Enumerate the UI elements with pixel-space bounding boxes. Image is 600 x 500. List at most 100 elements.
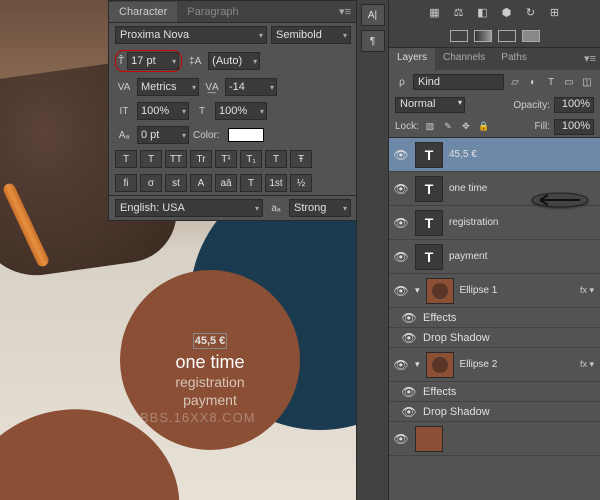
layer-effects-row[interactable]: 👁Effects: [389, 382, 600, 402]
tab-channels[interactable]: Channels: [435, 48, 493, 70]
leading-field[interactable]: (Auto): [208, 52, 260, 70]
visibility-icon[interactable]: 👁: [393, 148, 409, 162]
lock-all-icon[interactable]: 🔒: [477, 121, 491, 132]
allcaps-button[interactable]: TT: [165, 150, 187, 168]
opentype-buttons: fi σ st A aā T 1st ½: [109, 171, 357, 195]
font-weight-dropdown[interactable]: Semibold: [271, 26, 351, 44]
faux-bold-button[interactable]: T: [115, 150, 137, 168]
visibility-icon[interactable]: 👁: [401, 311, 417, 325]
disclosure-icon[interactable]: ▾: [415, 285, 420, 296]
layer-name[interactable]: payment: [449, 251, 596, 262]
kerning-field[interactable]: Metrics: [137, 78, 199, 96]
layer-list[interactable]: 👁 T 45,5 € 👁 T one time 👁 T registration…: [389, 138, 600, 456]
tab-paths[interactable]: Paths: [493, 48, 535, 70]
swash-button[interactable]: A: [190, 174, 212, 192]
layer-name[interactable]: Ellipse 1: [460, 285, 574, 296]
layers-menu-icon[interactable]: ▾≡: [580, 48, 600, 70]
paragraph-panel-icon[interactable]: ¶: [361, 30, 385, 52]
layer-row[interactable]: 👁: [389, 422, 600, 456]
filter-kind-dropdown[interactable]: Kind: [413, 74, 504, 90]
layers-panel[interactable]: ▦ ⚖ ◧ ⬢ ↻ ⊞ Layers Channels Paths ▾≡ ρ K…: [388, 0, 600, 500]
layer-row[interactable]: 👁 T payment: [389, 240, 600, 274]
visibility-icon[interactable]: 👁: [401, 385, 417, 399]
fill-field[interactable]: 100%: [554, 119, 594, 135]
visibility-icon[interactable]: 👁: [393, 216, 409, 230]
titling-button[interactable]: T: [240, 174, 262, 192]
lock-trans-icon[interactable]: ▨: [423, 121, 437, 132]
stylistic-button[interactable]: aā: [215, 174, 237, 192]
visibility-icon[interactable]: 👁: [393, 182, 409, 196]
visibility-icon[interactable]: 👁: [401, 405, 417, 419]
gradient-shape-icon[interactable]: [474, 30, 492, 42]
smallcaps-button[interactable]: Tr: [190, 150, 212, 168]
collapsed-panel-strip[interactable]: A| ¶: [356, 0, 388, 500]
type-panel-icon[interactable]: A|: [361, 4, 385, 26]
layer-row[interactable]: 👁 ▾ Ellipse 1 fx ▾: [389, 274, 600, 308]
layer-effect-item[interactable]: 👁Drop Shadow: [389, 402, 600, 422]
filter-shape-icon[interactable]: ▭: [562, 77, 576, 88]
subscript-button[interactable]: T₁: [240, 150, 262, 168]
underline-button[interactable]: T: [265, 150, 287, 168]
layer-name[interactable]: Ellipse 2: [460, 359, 574, 370]
layer-name[interactable]: 45,5 €: [449, 149, 596, 160]
strike-button[interactable]: Ŧ: [290, 150, 312, 168]
refresh-icon[interactable]: ↻: [523, 5, 539, 19]
visibility-icon[interactable]: 👁: [393, 284, 409, 298]
arrange-icon[interactable]: ▦: [427, 5, 443, 19]
opacity-field[interactable]: 100%: [554, 97, 594, 113]
visibility-icon[interactable]: 👁: [393, 358, 409, 372]
watermark: BBS.16XX8.COM: [140, 410, 256, 425]
fill-shape-icon[interactable]: [522, 30, 540, 42]
filter-type-icon[interactable]: T: [544, 77, 558, 88]
lock-pos-icon[interactable]: ✥: [459, 121, 473, 132]
layer-row[interactable]: 👁 T 45,5 €: [389, 138, 600, 172]
scales-icon[interactable]: ⚖: [451, 5, 467, 19]
antialias-dropdown[interactable]: Strong: [289, 199, 351, 217]
ordinals-button[interactable]: 1st: [265, 174, 287, 192]
font-family-dropdown[interactable]: Proxima Nova: [115, 26, 267, 44]
disclosure-icon[interactable]: ▾: [415, 359, 420, 370]
fx-badge[interactable]: fx ▾: [580, 285, 594, 296]
faux-italic-button[interactable]: T: [140, 150, 162, 168]
blend-mode-dropdown[interactable]: Normal: [395, 97, 465, 113]
baseline-field[interactable]: 0 pt: [137, 126, 189, 144]
ligatures-button[interactable]: fi: [115, 174, 137, 192]
color-label: Color:: [193, 130, 220, 141]
cube-icon[interactable]: ⬢: [499, 5, 515, 19]
layer-name[interactable]: registration: [449, 217, 596, 228]
character-panel[interactable]: Character Paragraph ▾≡ Proxima Nova Semi…: [108, 0, 358, 221]
contextual-button[interactable]: σ: [140, 174, 162, 192]
tab-character[interactable]: Character: [109, 2, 177, 22]
tab-paragraph[interactable]: Paragraph: [177, 2, 248, 22]
vscale-field[interactable]: 100%: [137, 102, 189, 120]
tracking-field[interactable]: -14: [225, 78, 277, 96]
filter-smart-icon[interactable]: ◫: [580, 77, 594, 88]
font-size-highlight: T̂ 17 pt: [115, 50, 182, 72]
hscale-field[interactable]: 100%: [215, 102, 267, 120]
language-dropdown[interactable]: English: USA: [115, 199, 263, 217]
font-size-field[interactable]: 17 pt: [127, 52, 179, 70]
fractions-button[interactable]: ½: [290, 174, 312, 192]
visibility-icon[interactable]: 👁: [401, 331, 417, 345]
layer-row[interactable]: 👁 ▾ Ellipse 2 fx ▾: [389, 348, 600, 382]
visibility-icon[interactable]: 👁: [393, 432, 409, 446]
swatches-icon[interactable]: ◧: [475, 5, 491, 19]
layer-effect-item[interactable]: 👁Drop Shadow: [389, 328, 600, 348]
filter-adjust-icon[interactable]: ◐: [526, 77, 540, 88]
price-text[interactable]: 45,5 €: [120, 320, 300, 351]
diag-shape-icon[interactable]: [498, 30, 516, 42]
filter-pixel-icon[interactable]: ▱: [508, 77, 522, 88]
layer-thumb: [415, 426, 443, 452]
tab-layers[interactable]: Layers: [389, 48, 435, 70]
layer-effects-row[interactable]: 👁Effects: [389, 308, 600, 328]
color-swatch[interactable]: [228, 128, 264, 142]
discretionary-button[interactable]: st: [165, 174, 187, 192]
filter-icon[interactable]: ρ: [395, 77, 409, 88]
superscript-button[interactable]: T¹: [215, 150, 237, 168]
rect-shape-icon[interactable]: [450, 30, 468, 42]
grid-icon[interactable]: ⊞: [547, 5, 563, 19]
visibility-icon[interactable]: 👁: [393, 250, 409, 264]
fx-badge[interactable]: fx ▾: [580, 359, 594, 370]
lock-pixel-icon[interactable]: ✎: [441, 121, 455, 132]
panel-menu-icon[interactable]: ▾≡: [333, 5, 357, 18]
